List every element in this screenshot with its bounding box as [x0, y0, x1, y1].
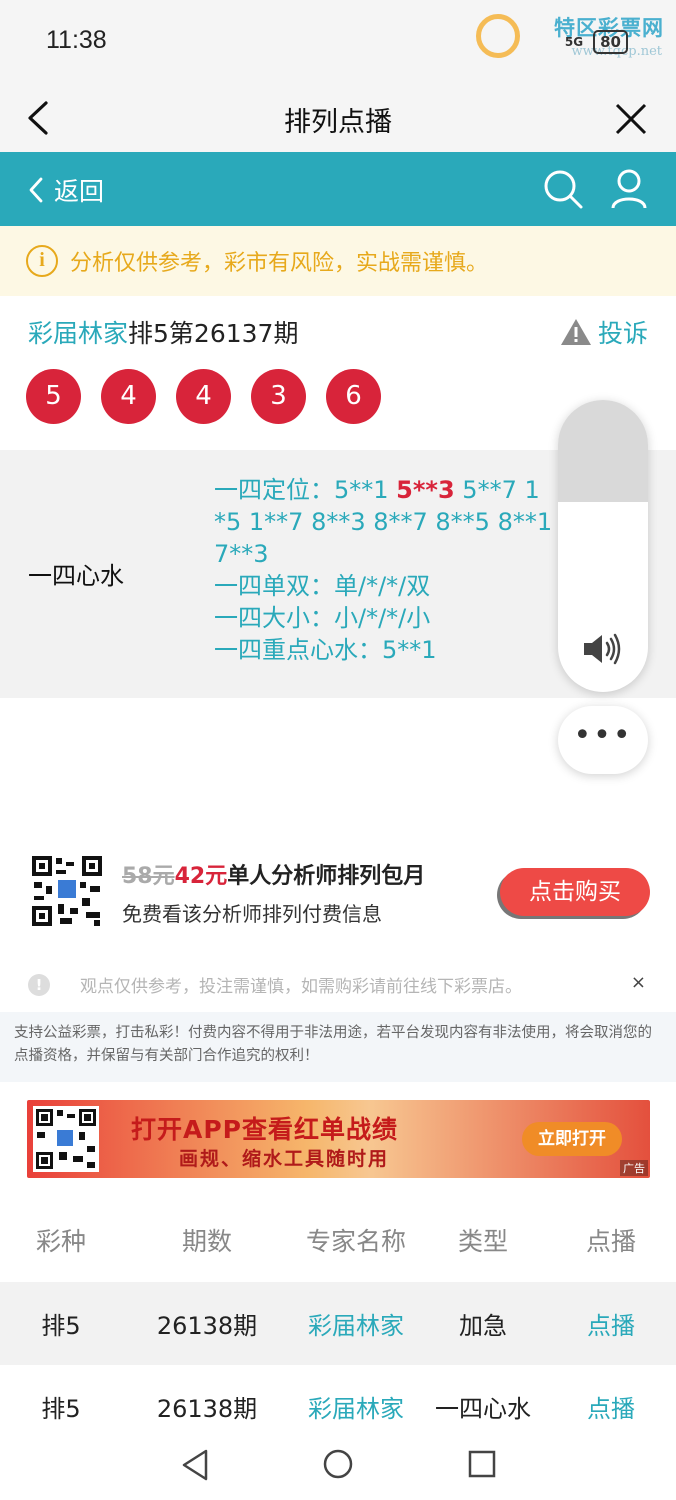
close-icon[interactable] [614, 102, 648, 136]
prediction-header: 彩届林家排5第26137期 投诉 [28, 314, 648, 354]
qr-code-icon [30, 854, 104, 928]
report-label: 投诉 [597, 319, 648, 348]
prediction-hit: 5**3 [396, 476, 455, 504]
search-icon[interactable] [542, 168, 584, 210]
promo-subtitle: 免费看该分析师排列付费信息 [122, 902, 382, 926]
column-header: 期数 [181, 1227, 232, 1256]
battery-icon: 80 [593, 30, 628, 54]
prediction-line: 一四重点心水：5**1 [214, 636, 437, 664]
volume-track-empty [558, 400, 648, 502]
prediction-content: 一四定位：5**1 5**3 5**7 1 *5 1**7 8**3 8**7 … [214, 474, 574, 666]
status-icons: 5G 80 [565, 30, 628, 54]
prediction-type: 一四心水 [28, 562, 124, 590]
table-row: 排5 26138期 彩届林家 加急 点播 [0, 1282, 676, 1365]
banner-subtitle: 画规、缩水工具随时用 [179, 1148, 390, 1170]
related-table: 彩种 期数 专家名称 类型 点播 排5 26138期 彩届林家 加急 点播 排5… [0, 1198, 676, 1448]
status-time: 11:38 [46, 26, 107, 54]
app-banner-ad[interactable]: 打开APP查看红单战绩 画规、缩水工具随时用 立即打开 广告 [27, 1100, 650, 1178]
ad-badge: 广告 [620, 1160, 648, 1176]
prediction-line: 7**3 [214, 540, 269, 568]
column-header: 专家名称 [305, 1227, 406, 1256]
draw-result-balls: 5 4 4 3 6 [26, 369, 381, 424]
banner-title: 打开APP查看红单战绩 [131, 1115, 398, 1144]
info-icon: i [26, 245, 58, 277]
volume-slider[interactable] [558, 400, 648, 692]
status-bar: 11:38 特区彩票网 www.tqcp.net 5G 80 [0, 0, 676, 82]
old-price: 58元 [122, 864, 175, 889]
result-ball: 6 [326, 369, 381, 424]
expert-name-link[interactable]: 彩届林家 [292, 1389, 420, 1424]
table-header-row: 彩种 期数 专家名称 类型 点播 [0, 1198, 676, 1282]
new-price: 42元 [174, 864, 228, 889]
network-label: 5G [564, 35, 584, 49]
promo-title-text: 单人分析师排列包月 [227, 864, 426, 889]
prediction-text: 5**7 1 [454, 476, 540, 504]
table-cell: 排5 [41, 1395, 81, 1423]
qr-code-icon [33, 1106, 99, 1172]
table-cell: 26138期 [156, 1395, 258, 1423]
play-link[interactable]: 点播 [546, 1306, 676, 1341]
system-nav-bar [0, 1432, 676, 1500]
buy-button[interactable]: 点击购买 [500, 868, 650, 916]
prediction-line: 一四大小：小/*/*/小 [214, 604, 431, 632]
subscription-promo: 58元42元单人分析师排列包月 免费看该分析师排列付费信息 点击购买 [30, 852, 650, 928]
nav-recent-icon[interactable] [468, 1450, 496, 1478]
table-cell: 排5 [41, 1312, 81, 1340]
watermark-logo [476, 14, 520, 58]
warning-triangle-icon [560, 319, 591, 345]
result-ball: 3 [251, 369, 306, 424]
notice-text: 观点仅供参考，投注需谨慎，如需购彩请前往线下彩票店。 [80, 977, 522, 997]
play-link[interactable]: 点播 [546, 1389, 676, 1424]
prediction-line: 一四单双：单/*/*/双 [214, 572, 431, 600]
report-button[interactable]: 投诉 [560, 314, 648, 350]
risk-warning-text: 分析仅供参考，彩市有风险，实战需谨慎。 [70, 251, 489, 276]
speaker-icon[interactable] [582, 632, 624, 666]
result-ball: 4 [101, 369, 156, 424]
promo-title: 58元42元单人分析师排列包月 [122, 858, 425, 890]
back-button[interactable]: 返回 [28, 172, 104, 208]
nav-back-icon[interactable] [180, 1448, 210, 1482]
expert-name-link[interactable]: 彩届林家 [292, 1306, 420, 1341]
nav-home-icon[interactable] [322, 1448, 354, 1480]
risk-warning-bar: i 分析仅供参考，彩市有风险，实战需谨慎。 [0, 226, 676, 296]
prediction-line: *5 1**7 8**3 8**7 8**5 8**1 [214, 508, 553, 536]
close-icon[interactable]: × [631, 972, 646, 993]
result-ball: 5 [26, 369, 81, 424]
expert-name-link[interactable]: 彩届林家 [28, 319, 128, 348]
page-title: 排列点播 [284, 107, 392, 138]
table-cell: 一四心水 [435, 1395, 531, 1423]
table-cell: 26138期 [156, 1312, 258, 1340]
title-bar: 排列点播 [0, 82, 676, 152]
nav-bar: 返回 [0, 152, 676, 226]
table-cell: 加急 [459, 1312, 507, 1340]
result-ball: 4 [176, 369, 231, 424]
info-icon: ! [28, 974, 50, 996]
prediction-text: 一四定位：5**1 [214, 476, 397, 504]
prediction-line: 一四定位：5**1 5**3 5**7 1 [214, 474, 574, 506]
user-icon[interactable] [610, 168, 648, 210]
chevron-left-icon [29, 177, 43, 203]
column-header: 点播 [585, 1227, 636, 1256]
column-header: 彩种 [35, 1227, 86, 1256]
open-app-button[interactable]: 立即打开 [522, 1122, 622, 1156]
more-options-button[interactable]: ••• [558, 706, 648, 774]
notice-bar: ! 观点仅供参考，投注需谨慎，如需购彩请前往线下彩票店。 × [0, 958, 676, 1010]
disclaimer-text: 支持公益彩票，打击私彩！付费内容不得用于非法用途，若平台发现内容有非法使用，将会… [0, 1012, 676, 1082]
back-label: 返回 [54, 177, 105, 206]
column-header: 类型 [457, 1227, 508, 1256]
period-title: 排5第26137期 [128, 319, 299, 348]
